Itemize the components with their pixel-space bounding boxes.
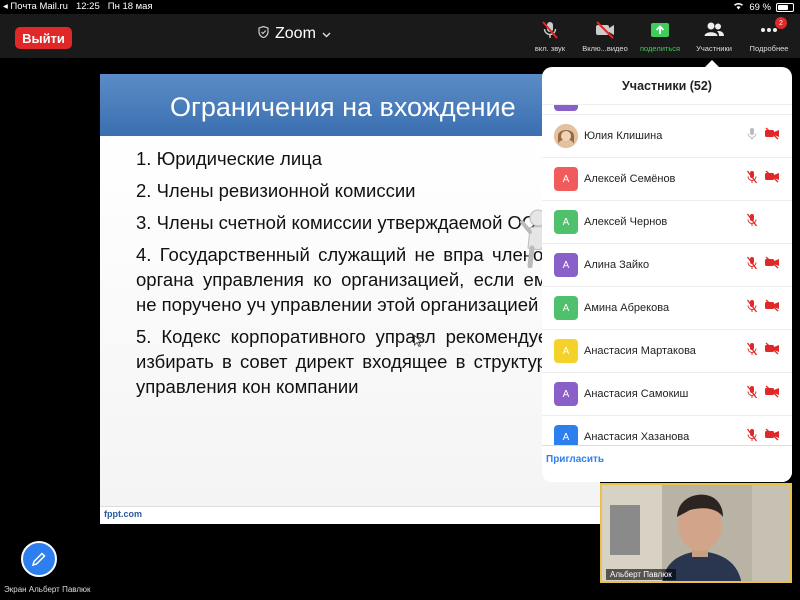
share-screen-icon xyxy=(651,23,669,37)
video-off-icon xyxy=(596,21,614,39)
participants-list[interactable]: Юлия Клишина А Алексей Семёнов А Алексей Чер… xyxy=(542,105,792,445)
participant-avatar: А xyxy=(554,210,578,234)
mic-icon xyxy=(746,127,758,146)
participant-status-icons xyxy=(746,127,780,146)
participant-name: Алексей Семёнов xyxy=(584,173,676,185)
participant-name: Алексей Чернов xyxy=(584,216,668,228)
chevron-down-icon xyxy=(322,25,331,43)
slide-item: 3. Члены счетной комиссии утверждаемой О… xyxy=(136,212,548,233)
status-time: 12:25 xyxy=(75,1,100,12)
video-off-icon xyxy=(764,385,780,403)
mic-muted-icon xyxy=(542,21,558,39)
participant-avatar: А xyxy=(554,425,578,445)
slide-header: Ограничения на вхождение xyxy=(100,74,600,136)
battery-percent: 69 % xyxy=(749,1,771,13)
status-bar: ◂ Почта Mail.ru 12:25 Пн 18 мая 69 % xyxy=(0,0,800,14)
shield-icon xyxy=(258,25,269,43)
participant-avatar: А xyxy=(554,382,578,406)
participant-status-icons xyxy=(746,385,780,404)
video-off-icon xyxy=(764,299,780,317)
mic-muted-icon xyxy=(746,213,758,232)
video-off-icon xyxy=(764,127,780,145)
mic-muted-icon xyxy=(746,299,758,318)
meeting-toolbar: Выйти Zoom вкл. звук Вклю...видео подели… xyxy=(0,14,800,58)
mic-muted-icon xyxy=(746,170,758,189)
participants-panel: Участники (52) Юлия Клишина А Алексей Семё… xyxy=(542,67,792,482)
cursor-icon xyxy=(414,334,423,352)
slide-body: 1. Юридические лица 2. Члены ревизионной… xyxy=(100,136,600,506)
more-button[interactable]: Подробнее 2 xyxy=(737,17,800,53)
participant-avatar xyxy=(554,105,578,111)
slide-list: 1. Юридические лица 2. Члены ревизионной… xyxy=(136,146,556,406)
video-off-icon xyxy=(764,428,780,445)
participant-name: Анастасия Самокиш xyxy=(584,388,689,400)
video-tile[interactable]: Альберт Павлюк xyxy=(600,483,792,583)
participant-row[interactable]: А Анастасия Хазанова xyxy=(542,416,792,445)
notification-badge: 2 xyxy=(775,17,787,29)
slide-item: 1. Юридические лица xyxy=(136,148,323,169)
video-off-icon xyxy=(764,342,780,360)
participant-row[interactable]: А Алексей Чернов xyxy=(542,201,792,244)
participant-avatar xyxy=(554,124,578,148)
participants-title: Участники (52) xyxy=(542,67,792,105)
participant-row[interactable]: А Алексей Семёнов xyxy=(542,158,792,201)
participant-status-icons xyxy=(746,342,780,361)
participant-avatar: А xyxy=(554,253,578,277)
participant-row[interactable]: А Алина Зайко xyxy=(542,244,792,287)
zoom-meeting-screen: ◂ Почта Mail.ru 12:25 Пн 18 мая 69 % Вый… xyxy=(0,0,800,600)
participant-status-icons xyxy=(746,170,780,189)
video-off-icon xyxy=(764,170,780,188)
mic-muted-icon xyxy=(746,385,758,404)
meeting-title[interactable]: Zoom xyxy=(258,25,331,43)
slide-footer: fppt.com xyxy=(100,506,600,524)
video-name-label: Альберт Павлюк xyxy=(606,569,676,580)
slide-footer-brand: fppt.com xyxy=(104,509,142,519)
participants-footer: Пригласить xyxy=(542,445,792,482)
slide-item: 5. Кодекс корпоративного управл рекоменд… xyxy=(136,326,556,397)
participant-status-icons xyxy=(746,213,780,232)
participant-status-icons xyxy=(746,428,780,446)
participant-row[interactable]: А Амина Абрекова xyxy=(542,287,792,330)
wifi-icon xyxy=(733,1,744,13)
participant-row[interactable]: Юлия Клишина xyxy=(542,115,792,158)
participants-icon xyxy=(704,22,724,36)
participant-row[interactable]: А Анастасия Самокиш xyxy=(542,373,792,416)
slide-item: 4. Государственный служащий не впра член… xyxy=(136,244,556,315)
video-off-icon xyxy=(764,256,780,274)
participant-name: Алина Зайко xyxy=(584,259,650,271)
participant-name: Юлия Клишина xyxy=(584,130,663,142)
mic-muted-icon xyxy=(746,342,758,361)
start-video-label: Вклю...видео xyxy=(582,44,628,53)
participant-name: Анастасия Мартакова xyxy=(584,345,696,357)
slide-item: 2. Члены ревизионной комиссии xyxy=(136,180,416,201)
status-date: Пн 18 мая xyxy=(107,1,153,12)
participant-avatar: А xyxy=(554,339,578,363)
participant-avatar: А xyxy=(554,296,578,320)
invite-button[interactable]: Пригласить xyxy=(546,454,604,465)
mic-muted-icon xyxy=(746,428,758,446)
participants-label: Участники xyxy=(696,44,732,53)
participant-status-icons xyxy=(746,299,780,318)
mic-muted-icon xyxy=(746,256,758,275)
participant-status-icons xyxy=(746,256,780,275)
back-app-label: Почта Mail.ru xyxy=(10,1,68,12)
participant-row[interactable]: А Анастасия Мартакова xyxy=(542,330,792,373)
unmute-label: вкл. звук xyxy=(534,44,566,53)
back-to-app-link[interactable]: ◂ Почта Mail.ru xyxy=(3,1,68,12)
shared-slide: Ограничения на вхождение 1. Юридические … xyxy=(100,74,600,524)
share-label: поделиться xyxy=(639,44,681,53)
pencil-icon xyxy=(31,552,46,567)
app-title: Zoom xyxy=(275,25,316,42)
leave-button[interactable]: Выйти xyxy=(15,27,72,49)
participant-name: Анастасия Хазанова xyxy=(584,431,690,443)
screen-share-owner-label: Экран Альберт Павлюк xyxy=(4,585,91,594)
more-label: Подробнее xyxy=(749,44,789,53)
participant-avatar: А xyxy=(554,167,578,191)
annotate-button[interactable] xyxy=(21,541,57,577)
slide-title: Ограничения на вхождение xyxy=(170,92,516,122)
participant-name: Амина Абрекова xyxy=(584,302,670,314)
participant-row-partial xyxy=(542,105,792,115)
battery-icon xyxy=(776,2,794,12)
